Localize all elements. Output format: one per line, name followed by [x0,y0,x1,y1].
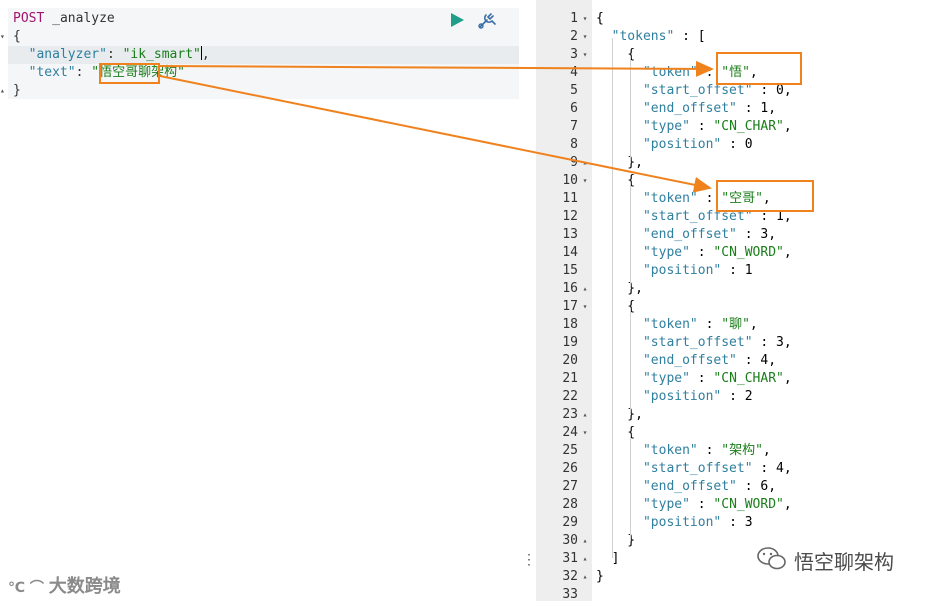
response-line: "token" : "聊", [642,317,758,332]
response-line: ] [596,551,620,566]
request-line-3[interactable]: "analyzer": "ik_smart", [8,46,519,64]
response-line: "type" : "CN_WORD", [642,497,792,512]
highlight-box-token-1 [716,52,802,85]
response-line: "position" : 0 [642,137,753,152]
line-number: 12 [562,209,578,224]
wechat-icon [756,545,788,577]
open-brace: { [13,29,21,44]
response-line: "type" : "CN_CHAR", [642,371,792,386]
line-number: 18 [562,317,578,332]
watermark-left: ℃ ⌒ 大数跨境 [8,576,121,597]
request-line-1[interactable]: POST _analyze [13,10,115,28]
watermark-right: 悟空聊架构 [794,550,894,574]
response-line: "end_offset" : 1, [642,101,777,116]
indent-guide [612,38,613,558]
response-line: }, [596,407,643,422]
request-endpoint: _analyze [44,11,115,26]
line-number: 11 [562,191,578,206]
response-line: { [596,11,604,26]
line-number: 17 [562,299,578,314]
line-number: 24 [562,425,578,440]
fold-collapse-icon[interactable]: ▾ [580,28,590,46]
response-line: "position" : 2 [642,389,753,404]
line-number: 22 [562,389,578,404]
response-line: "type" : "CN_CHAR", [642,119,792,134]
response-line: "type" : "CN_WORD", [642,245,792,260]
indent-guide [630,434,631,540]
analyzer-value: "ik_smart" [122,47,201,62]
response-line: "end_offset" : 6, [642,479,777,494]
line-number: 32 [562,569,578,584]
line-number: 9 [570,155,578,170]
request-line-2[interactable]: { [13,28,21,46]
line-number: 1 [570,11,578,26]
text-key: "text" [28,65,76,80]
line-number: 15 [562,263,578,278]
line-number: 13 [562,227,578,242]
fold-expand-icon[interactable]: ▴ [580,568,590,586]
response-line: "token" : "架构", [642,443,771,458]
line-number: 21 [562,371,578,386]
response-line: "end_offset" : 3, [642,227,777,242]
line-number: 8 [570,137,578,152]
response-line: "position" : 3 [642,515,753,530]
line-number: 14 [562,245,578,260]
line-number: 19 [562,335,578,350]
fold-toggle-icon[interactable]: ▴ [0,86,5,95]
close-brace: } [13,83,21,98]
line-number: 28 [562,497,578,512]
line-number: 23 [562,407,578,422]
line-number: 16 [562,281,578,296]
indent-guide [630,182,631,288]
line-number: 3 [570,47,578,62]
request-line-5[interactable]: } [13,82,21,100]
response-line: } [596,569,604,584]
pane-resize-handle[interactable]: ⋮ [522,552,536,568]
fold-collapse-icon[interactable]: ▾ [580,46,590,64]
response-line: "start_offset" : 3, [642,335,792,350]
response-line: }, [596,281,643,296]
fold-expand-icon[interactable]: ▴ [580,406,590,424]
line-number: 6 [570,101,578,116]
play-icon[interactable] [449,12,465,32]
fold-collapse-icon[interactable]: ▾ [580,172,590,190]
analyzer-key: "analyzer" [28,47,107,62]
fold-expand-icon[interactable]: ▴ [580,154,590,172]
fold-collapse-icon[interactable]: ▾ [580,10,590,28]
fold-collapse-icon[interactable]: ▾ [580,298,590,316]
line-number: 20 [562,353,578,368]
line-number: 2 [570,29,578,44]
fold-expand-icon[interactable]: ▴ [580,532,590,550]
line-number: 7 [570,119,578,134]
line-number: 25 [562,443,578,458]
line-number: 26 [562,461,578,476]
line-number: 27 [562,479,578,494]
line-number: 29 [562,515,578,530]
line-number: 31 [562,551,578,566]
fold-expand-icon[interactable]: ▴ [580,550,590,568]
line-number: 4 [570,65,578,80]
line-number: 33 [562,587,578,602]
fold-expand-icon[interactable]: ▴ [580,280,590,298]
highlight-box-token-2 [716,180,814,212]
response-line: }, [596,155,643,170]
indent-guide [630,56,631,162]
line-number: 30 [562,533,578,548]
fold-toggle-icon[interactable]: ▾ [0,32,5,41]
line-number: 10 [562,173,578,188]
indent-guide [630,308,631,414]
http-method: POST [13,11,45,26]
wrench-icon[interactable] [477,11,497,35]
response-line: "start_offset" : 4, [642,461,792,476]
line-number: 5 [570,83,578,98]
response-line: "end_offset" : 4, [642,353,777,368]
highlight-box-input [99,63,160,84]
fold-collapse-icon[interactable]: ▾ [580,424,590,442]
response-line: "position" : 1 [642,263,753,278]
